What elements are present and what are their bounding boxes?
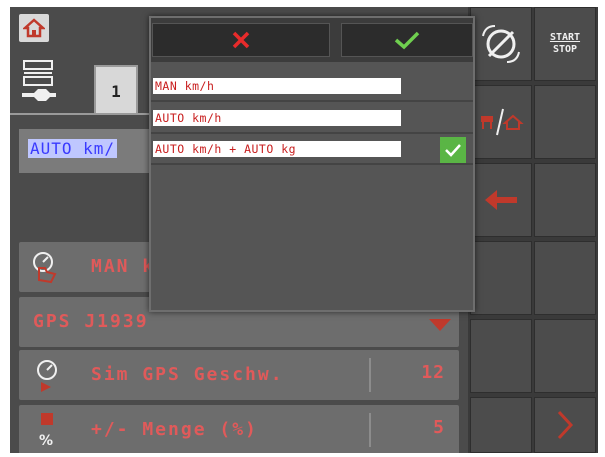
checkmark-icon: [394, 31, 420, 50]
dropdown-arrow-icon: [429, 319, 451, 331]
speedometer-sim-icon: [37, 360, 57, 392]
svg-text:%: %: [39, 433, 53, 449]
softkey-empty-3[interactable]: [470, 397, 532, 453]
hand-speed-icon: [33, 252, 57, 284]
wrench-settings-icon: [20, 59, 60, 103]
next-button[interactable]: [534, 397, 596, 453]
selected-checkbox[interactable]: [440, 137, 466, 163]
cancel-button[interactable]: [152, 23, 330, 57]
speed-source-value: AUTO km/: [28, 139, 118, 158]
option-man-kmh-label: MAN km/h: [153, 78, 401, 94]
row-divider: [369, 358, 371, 392]
row-sim-gps-speed[interactable]: Sim GPS Geschw. 12: [19, 350, 459, 400]
home-icon: [23, 18, 45, 38]
section-disable-button[interactable]: [470, 7, 532, 81]
back-button[interactable]: [470, 163, 532, 237]
cart-home-button[interactable]: [470, 85, 532, 159]
option-auto-kmh[interactable]: AUTO km/h: [151, 106, 473, 134]
softkey-empty-2[interactable]: [470, 319, 532, 393]
start-stop-label: START STOP: [549, 32, 581, 55]
row-divider: [369, 413, 371, 447]
checkmark-icon: [445, 144, 461, 157]
softkey-panel: START STOP: [468, 7, 598, 453]
next-chevron-icon: [557, 410, 574, 440]
home-button[interactable]: [19, 14, 49, 42]
row-sim-gps-speed-label: Sim GPS Geschw.: [91, 364, 284, 385]
section-disable-icon: [482, 25, 520, 63]
row-quantity-percent-value: 5: [433, 417, 445, 438]
row-gps-source-label: GPS J1939: [33, 311, 149, 332]
row-quantity-percent-label: +/- Menge (%): [91, 419, 258, 440]
softkey-empty-1[interactable]: [470, 241, 532, 315]
option-auto-kmh-label: AUTO km/h: [153, 110, 401, 126]
option-auto-kmh-auto-kg-label: AUTO km/h + AUTO kg: [153, 141, 401, 157]
tab-1[interactable]: 1: [94, 65, 138, 115]
row-man-speed-label: MAN k: [91, 256, 156, 277]
speed-source-dialog: MAN km/h AUTO km/h AUTO km/h + AUTO kg: [149, 16, 475, 312]
option-man-kmh[interactable]: MAN km/h: [151, 74, 473, 102]
softkey-empty-4[interactable]: [534, 85, 596, 159]
row-quantity-percent[interactable]: % +/- Menge (%) 5: [19, 405, 459, 453]
dialog-header: [151, 18, 473, 62]
cart-home-icon: [481, 108, 524, 136]
back-arrow-icon: [485, 190, 517, 210]
weight-percent-icon: %: [39, 413, 53, 449]
terminal-screen: 1 AUTO km/ MAN k GPS J1939 Sim GPS Gesch…: [10, 7, 598, 453]
row-sim-gps-speed-value: 12: [421, 362, 445, 383]
cancel-x-icon: [232, 31, 250, 49]
start-stop-button[interactable]: START STOP: [534, 7, 596, 81]
option-auto-kmh-auto-kg[interactable]: AUTO km/h + AUTO kg: [151, 137, 473, 165]
softkey-empty-7[interactable]: [534, 319, 596, 393]
confirm-button[interactable]: [341, 23, 473, 57]
softkey-empty-6[interactable]: [534, 241, 596, 315]
softkey-empty-5[interactable]: [534, 163, 596, 237]
